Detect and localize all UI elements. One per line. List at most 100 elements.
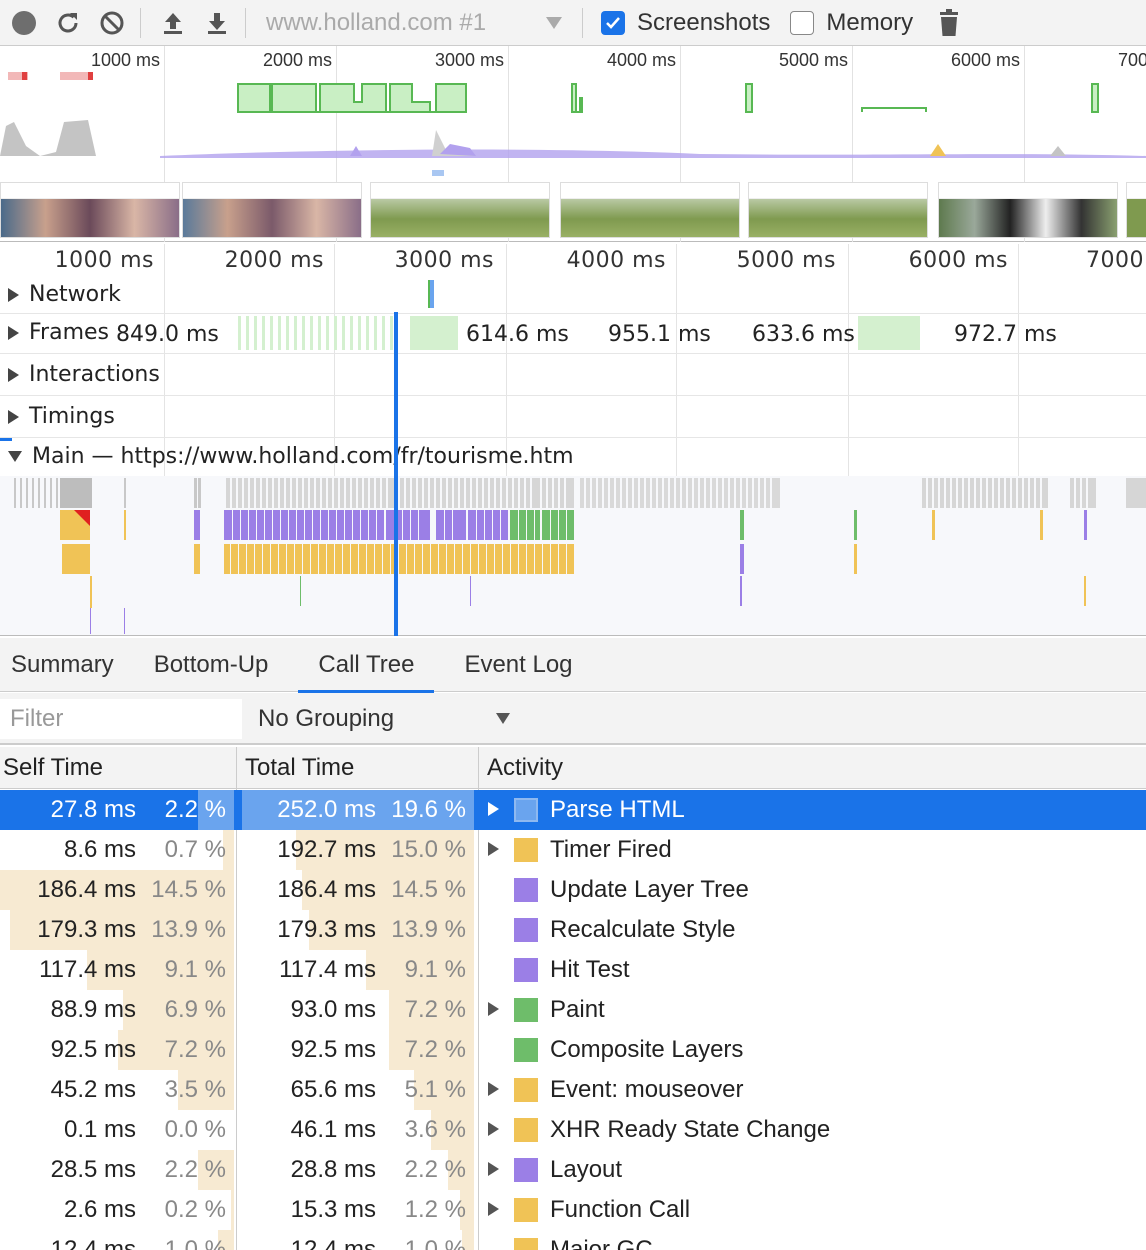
table-row[interactable]: 45.2 ms 3.5 % 65.6 ms 5.1 % Event: mouseover [0,1070,1146,1110]
timings-track-header[interactable]: Timings [8,404,115,429]
expand-arrow-icon [8,367,19,382]
self-time-value: 27.8 ms [50,796,136,823]
table-row[interactable]: 0.1 ms 0.0 % 46.1 ms 3.6 % XHR Ready State C… [0,1110,1146,1150]
frame-duration[interactable]: 633.6 ms [752,322,855,347]
screenshots-checkbox[interactable] [601,10,625,35]
dropdown-arrow-icon [546,16,562,29]
activity-name: Paint [550,996,605,1023]
screenshot-thumbnail[interactable] [0,182,180,238]
expand-arrow-icon[interactable] [488,842,499,856]
trash-icon [940,8,959,36]
expand-arrow-icon[interactable] [488,1082,499,1096]
save-profile-button[interactable] [197,3,237,43]
screenshot-thumbnail[interactable] [560,182,740,238]
total-time-percent: 19.6 % [391,796,466,823]
interactions-track-header[interactable]: Interactions [8,362,160,387]
main-track-label: Main — https://www.holland.com/fr/touris… [32,444,574,469]
activity-name: Recalculate Style [550,916,736,943]
grouping-select[interactable]: No Grouping [258,705,394,733]
tab-event-log-label: Event Log [464,651,573,678]
total-time-value: 192.7 ms [277,836,376,863]
table-row[interactable]: 179.3 ms 13.9 % 179.3 ms 13.9 % Recalculate … [0,910,1146,950]
ruler-tick: 4000 ms [566,248,666,273]
table-row[interactable]: 186.4 ms 14.5 % 186.4 ms 14.5 % Update Layer… [0,870,1146,910]
screenshot-thumbnail[interactable] [370,182,550,238]
main-track[interactable]: Main — https://www.holland.com/fr/touris… [0,438,1146,476]
screenshot-thumbnail[interactable] [1126,182,1146,238]
total-time-column-header[interactable]: Total Time [242,747,476,789]
self-time-column-header[interactable]: Self Time [0,747,236,789]
screenshot-thumbnail[interactable] [938,182,1118,238]
total-time-percent: 7.2 % [404,996,466,1023]
table-row[interactable]: 28.5 ms 2.2 % 28.8 ms 2.2 % Layout [0,1150,1146,1190]
timings-track[interactable]: Timings [0,396,1146,438]
total-time-percent: 14.5 % [391,876,466,903]
tab-event-log[interactable]: Event Log [454,638,582,692]
time-ruler: 1000 ms 2000 ms 3000 ms 4000 ms 5000 ms … [0,244,1146,278]
category-color-swatch [514,1038,538,1062]
tab-bottom-up-label: Bottom-Up [153,651,269,678]
tab-summary[interactable]: Summary [1,638,124,692]
network-request-bar[interactable] [428,280,434,308]
category-color-swatch [514,1078,538,1102]
self-time-value: 28.5 ms [50,1156,136,1183]
activity-column-header[interactable]: Activity [484,747,1144,789]
self-time-percent: 2.2 % [164,796,226,823]
dropdown-arrow-icon[interactable] [496,713,510,724]
ruler-tick: 2000 ms [224,248,324,273]
reload-button[interactable] [48,3,88,43]
clear-button[interactable] [92,3,132,43]
table-row[interactable]: 117.4 ms 9.1 % 117.4 ms 9.1 % Hit Test [0,950,1146,990]
main-track-header[interactable]: Main — https://www.holland.com/fr/touris… [8,444,574,469]
self-time-value: 12.4 ms [50,1236,136,1250]
activity-name: Function Call [550,1196,691,1223]
table-row[interactable]: 8.6 ms 0.7 % 192.7 ms 15.0 % Timer Fired [0,830,1146,870]
memory-checkbox[interactable] [790,10,815,35]
timeline-cursor[interactable] [394,312,398,636]
self-time-bar [231,1190,234,1230]
expand-arrow-icon[interactable] [488,1162,499,1176]
table-row[interactable]: 92.5 ms 7.2 % 92.5 ms 7.2 % Composite Layers [0,1030,1146,1070]
toolbar-divider [140,7,141,38]
expand-arrow-icon[interactable] [488,802,499,816]
screenshot-thumbnail[interactable] [182,182,362,238]
screenshot-thumbnail[interactable] [748,182,928,238]
frame-duration[interactable]: 955.1 ms [608,322,711,347]
network-track-label: Network [29,282,121,307]
self-time-value: 186.4 ms [37,876,136,903]
frame-duration[interactable]: 972.7 ms [954,322,1057,347]
frame-duration[interactable]: 614.6 ms [466,322,569,347]
collect-garbage-button[interactable] [929,3,969,43]
self-time-percent: 13.9 % [151,916,226,943]
total-time-value: 46.1 ms [290,1116,376,1143]
timeline-overview[interactable]: 1000 ms 2000 ms 3000 ms 4000 ms 5000 ms … [0,46,1146,242]
interactions-track-label: Interactions [29,362,160,387]
self-time-value: 117.4 ms [39,956,136,983]
table-row[interactable]: 27.8 ms 2.2 % 252.0 ms 19.6 % Parse HTML [0,790,1146,830]
total-time-value: 65.6 ms [290,1076,376,1103]
interactions-track[interactable]: Interactions [0,354,1146,396]
main-flame-chart[interactable] [0,476,1146,636]
recording-select[interactable]: www.holland.com #1 [254,5,574,41]
table-row[interactable]: 12.4 ms 1.0 % 12.4 ms 1.0 % Major GC [0,1230,1146,1250]
expand-arrow-icon[interactable] [488,1202,499,1216]
network-track[interactable]: Network [0,278,1146,314]
filter-input[interactable] [0,699,242,739]
frames-track[interactable]: Frames 849.0 ms 614.6 ms 955.1 ms 633.6 … [0,314,1146,354]
expand-arrow-icon[interactable] [488,1002,499,1016]
load-profile-button[interactable] [153,3,193,43]
category-color-swatch [514,1198,538,1222]
checkmark-icon [606,16,620,29]
tab-call-tree[interactable]: Call Tree [298,638,435,693]
table-row[interactable]: 88.9 ms 6.9 % 93.0 ms 7.2 % Paint [0,990,1146,1030]
main-track-accent [0,438,12,441]
category-color-swatch [514,918,538,942]
table-row[interactable]: 2.6 ms 0.2 % 15.3 ms 1.2 % Function Call [0,1190,1146,1230]
expand-arrow-icon[interactable] [488,1122,499,1136]
total-time-value: 117.4 ms [279,956,376,983]
tab-bottom-up[interactable]: Bottom-Up [144,638,279,692]
total-time-value: 15.3 ms [290,1196,376,1223]
activity-name: XHR Ready State Change [550,1116,831,1143]
record-button[interactable] [4,3,44,43]
network-track-header[interactable]: Network [8,282,121,307]
